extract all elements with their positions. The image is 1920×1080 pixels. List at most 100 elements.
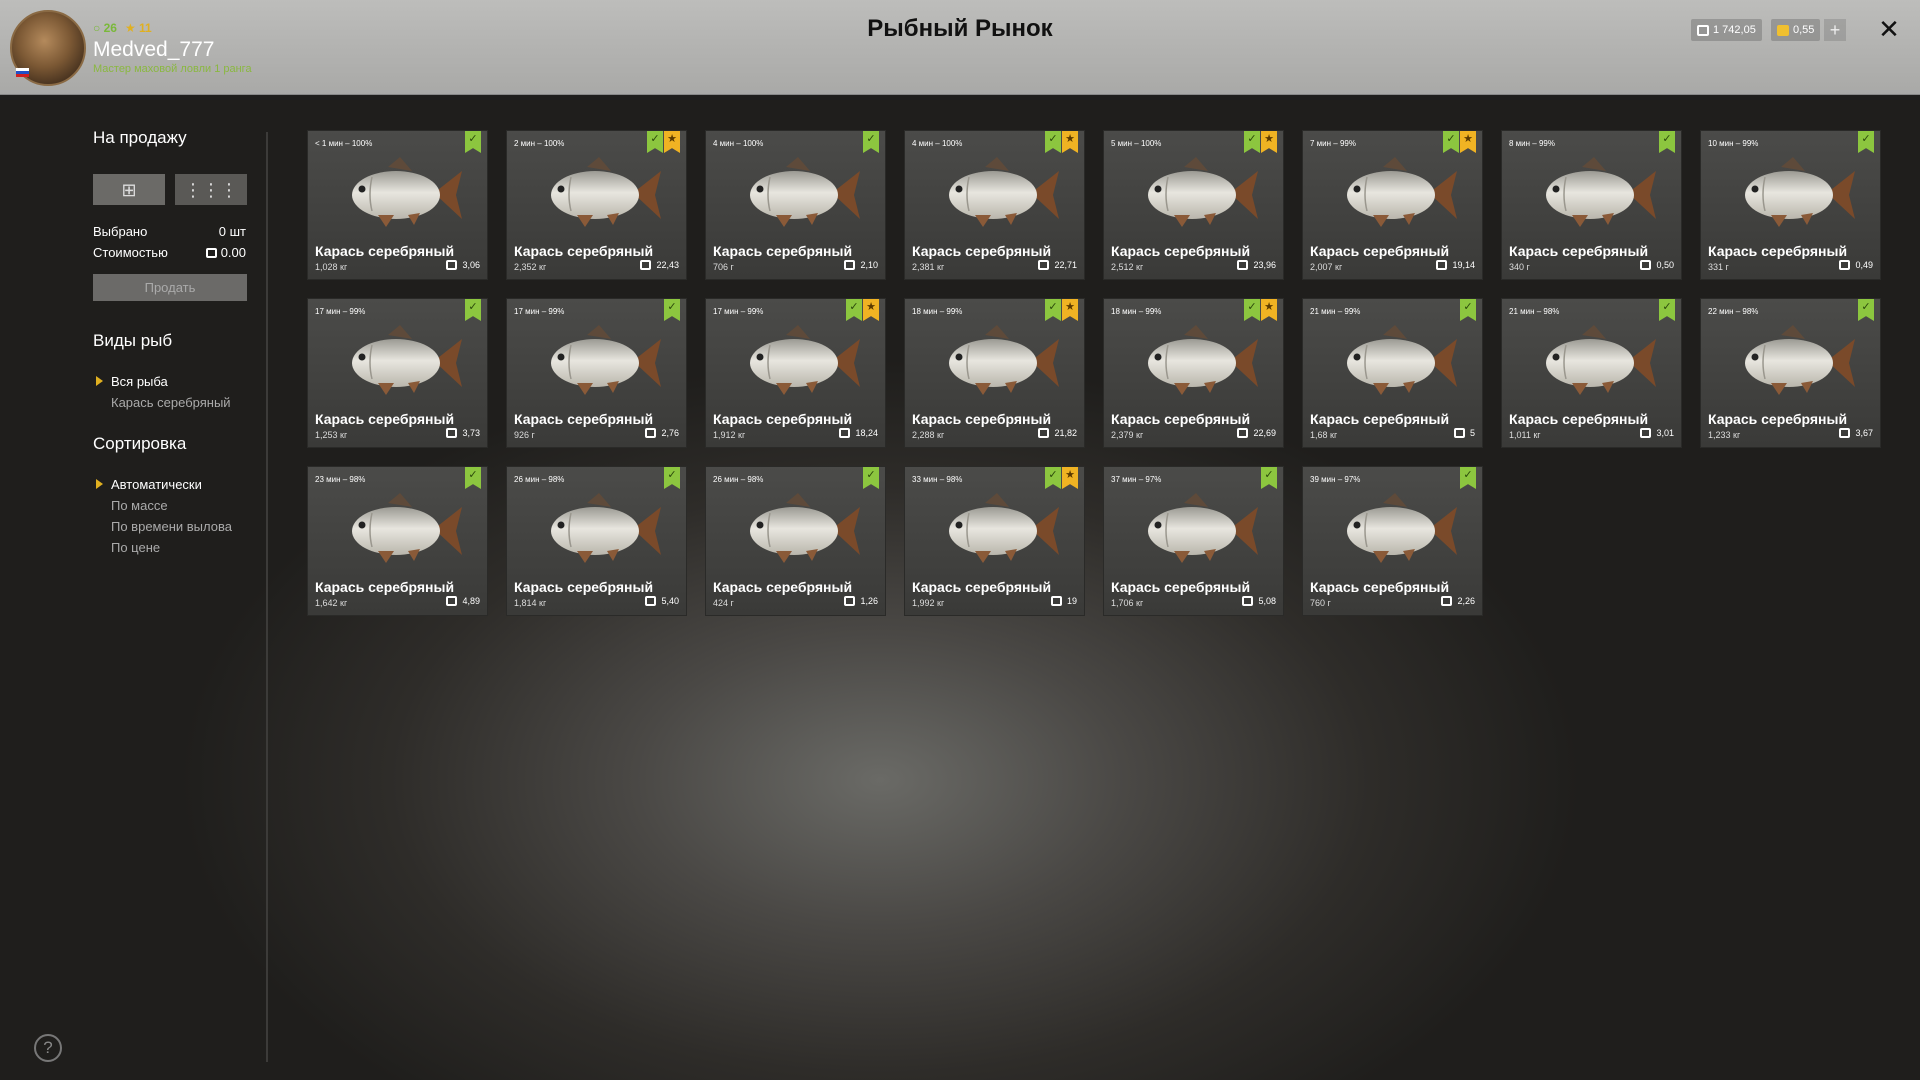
fish-price: 22,69 xyxy=(1237,428,1276,438)
check-badge-icon: ✓ xyxy=(1045,467,1061,489)
species-item-crucian[interactable]: Карась серебряный xyxy=(111,395,231,410)
catch-time-freshness: 5 мин – 100% xyxy=(1111,139,1162,148)
fish-card[interactable]: 39 мин – 97% ✓ Карась серебряный 760 г 2… xyxy=(1302,466,1483,616)
fish-card[interactable]: 8 мин – 99% ✓ Карась серебряный 340 г 0,… xyxy=(1501,130,1682,280)
fish-price: 1,26 xyxy=(844,596,878,606)
fish-card[interactable]: 17 мин – 99% ✓ ★ Карась серебряный 1,912… xyxy=(705,298,886,448)
crucian-fish-icon xyxy=(949,325,1059,395)
catch-time-freshness: 4 мин – 100% xyxy=(912,139,963,148)
silver-coin-icon xyxy=(1640,428,1652,438)
fish-name: Карась серебряный xyxy=(514,411,654,427)
crucian-fish-icon xyxy=(352,493,462,563)
fish-card[interactable]: 26 мин – 98% ✓ Карась серебряный 1,814 к… xyxy=(506,466,687,616)
fish-card[interactable]: 17 мин – 99% ✓ Карась серебряный 926 г 2… xyxy=(506,298,687,448)
star-badge-icon: ★ xyxy=(1062,299,1078,321)
fish-card[interactable]: 23 мин – 98% ✓ Карась серебряный 1,642 к… xyxy=(307,466,488,616)
fish-price: 22,43 xyxy=(640,260,679,270)
silver-coin-icon xyxy=(446,428,458,438)
page-title: Рыбный Рынок xyxy=(867,15,1053,42)
fish-card[interactable]: 7 мин – 99% ✓ ★ Карась серебряный 2,007 … xyxy=(1302,130,1483,280)
fish-card[interactable]: 26 мин – 98% ✓ Карась серебряный 424 г 1… xyxy=(705,466,886,616)
fish-card[interactable]: 33 мин – 98% ✓ ★ Карась серебряный 1,992… xyxy=(904,466,1085,616)
fish-card[interactable]: 18 мин – 99% ✓ ★ Карась серебряный 2,379… xyxy=(1103,298,1284,448)
sidebar-divider xyxy=(266,132,268,1062)
sort-option-weight[interactable]: По массе xyxy=(111,498,168,513)
silver-coin-icon xyxy=(205,247,217,258)
fish-price: 2,10 xyxy=(844,260,878,270)
fish-price-value: 21,82 xyxy=(1054,428,1077,438)
crucian-fish-icon xyxy=(352,325,462,395)
fish-name: Карась серебряный xyxy=(1111,411,1251,427)
fish-weight: 1,68 кг xyxy=(1310,430,1338,440)
cost-label: Стоимостью xyxy=(93,245,168,260)
help-icon[interactable]: ? xyxy=(34,1034,62,1062)
fish-weight: 2,379 кг xyxy=(1111,430,1144,440)
sort-option-catch-time[interactable]: По времени вылова xyxy=(111,519,232,534)
fish-weight: 1,912 кг xyxy=(713,430,746,440)
crucian-fish-icon xyxy=(1347,493,1457,563)
crucian-fish-icon xyxy=(551,325,661,395)
sell-button[interactable]: Продать xyxy=(93,274,247,301)
fish-card[interactable]: 22 мин – 98% ✓ Карась серебряный 1,233 к… xyxy=(1700,298,1881,448)
catch-time-freshness: 21 мин – 98% xyxy=(1509,307,1560,316)
fish-weight: 1,706 кг xyxy=(1111,598,1144,608)
gold-coin-icon xyxy=(1777,24,1789,36)
fish-weight: 331 г xyxy=(1708,262,1729,272)
catch-time-freshness: 2 мин – 100% xyxy=(514,139,565,148)
fish-card[interactable]: 21 мин – 99% ✓ Карась серебряный 1,68 кг xyxy=(1302,298,1483,448)
silver-coin-icon xyxy=(1237,260,1249,270)
fish-price-value: 3,01 xyxy=(1656,428,1674,438)
catch-time-freshness: 21 мин – 99% xyxy=(1310,307,1361,316)
fish-price: 18,24 xyxy=(839,428,878,438)
cost-value-wrap: 0.00 xyxy=(205,245,246,260)
crucian-fish-icon xyxy=(1546,325,1656,395)
close-button[interactable]: ✕ xyxy=(1874,14,1904,44)
fish-card[interactable]: 10 мин – 99% ✓ Карась серебряный 331 г 0… xyxy=(1700,130,1881,280)
fish-price: 2,76 xyxy=(645,428,679,438)
fish-card[interactable]: 37 мин – 97% ✓ Карась серебряный 1,706 к… xyxy=(1103,466,1284,616)
fish-card[interactable]: 21 мин – 98% ✓ Карась серебряный 1,011 к… xyxy=(1501,298,1682,448)
fish-name: Карась серебряный xyxy=(315,243,455,259)
fish-weight: 2,381 кг xyxy=(912,262,945,272)
fish-name: Карась серебряный xyxy=(912,411,1052,427)
fish-weight: 1,642 кг xyxy=(315,598,348,608)
fish-price-value: 2,10 xyxy=(860,260,878,270)
check-badge-icon: ✓ xyxy=(846,299,862,321)
fish-weight: 424 г xyxy=(713,598,734,608)
crucian-fish-icon xyxy=(750,325,860,395)
fish-card[interactable]: 2 мин – 100% ✓ ★ Карась серебряный 2,352… xyxy=(506,130,687,280)
catch-time-freshness: 26 мин – 98% xyxy=(713,475,764,484)
large-grid-view-button[interactable]: ⊞ xyxy=(93,174,165,205)
crucian-fish-icon xyxy=(949,493,1059,563)
fish-price: 0,50 xyxy=(1640,260,1674,270)
selected-label: Выбрано xyxy=(93,224,148,239)
check-badge-icon: ✓ xyxy=(1045,299,1061,321)
crucian-fish-icon xyxy=(352,157,462,227)
star-badge-icon: ★ xyxy=(1261,299,1277,321)
crucian-fish-icon xyxy=(750,157,860,227)
sort-option-auto[interactable]: Автоматически xyxy=(111,477,202,492)
fish-weight: 2,352 кг xyxy=(514,262,547,272)
fish-card[interactable]: 4 мин – 100% ✓ Карась серебряный 706 г 2… xyxy=(705,130,886,280)
catch-time-freshness: 23 мин – 98% xyxy=(315,475,366,484)
fish-weight: 1,814 кг xyxy=(514,598,547,608)
fish-card[interactable]: 18 мин – 99% ✓ ★ Карась серебряный 2,288… xyxy=(904,298,1085,448)
fish-card[interactable]: 17 мин – 99% ✓ Карась серебряный 1,253 к… xyxy=(307,298,488,448)
fish-name: Карась серебряный xyxy=(1708,243,1848,259)
check-badge-icon: ✓ xyxy=(1045,131,1061,153)
check-badge-icon: ✓ xyxy=(1443,131,1459,153)
small-grid-view-button[interactable]: ⋮⋮⋮ xyxy=(175,174,247,205)
sort-option-price[interactable]: По цене xyxy=(111,540,160,555)
gold-balance-value: 0,55 xyxy=(1793,24,1815,36)
fish-card[interactable]: 4 мин – 100% ✓ ★ Карась серебряный 2,381… xyxy=(904,130,1085,280)
fish-card[interactable]: 5 мин – 100% ✓ ★ Карась серебряный 2,512… xyxy=(1103,130,1284,280)
fish-card[interactable]: < 1 мин – 100% ✓ Карась серебряный 1,028… xyxy=(307,130,488,280)
crucian-fish-icon xyxy=(1745,325,1855,395)
fish-price: 3,73 xyxy=(446,428,480,438)
check-badge-icon: ✓ xyxy=(1261,467,1277,489)
fish-name: Карась серебряный xyxy=(1310,243,1450,259)
species-item-all[interactable]: Вся рыба xyxy=(111,374,168,389)
fish-price-value: 3,06 xyxy=(462,260,480,270)
crucian-fish-icon xyxy=(1745,157,1855,227)
add-currency-button[interactable]: + xyxy=(1824,19,1846,41)
